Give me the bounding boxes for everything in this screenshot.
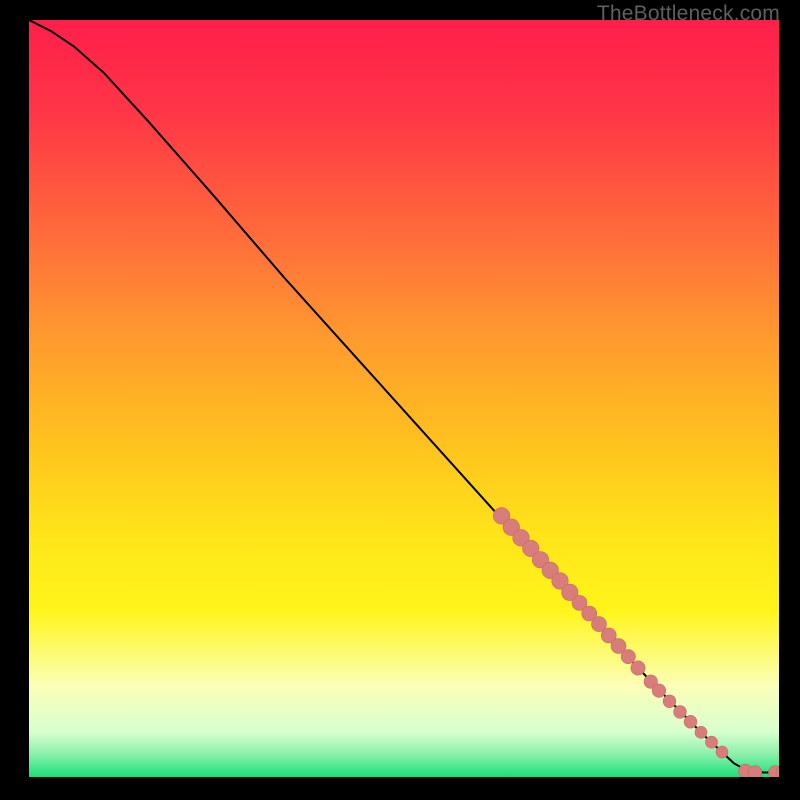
gradient-background <box>29 20 779 777</box>
data-marker <box>663 695 676 708</box>
data-marker <box>621 650 635 664</box>
plot-area <box>29 20 779 777</box>
data-marker <box>748 766 762 777</box>
data-marker <box>674 706 687 719</box>
data-marker <box>652 684 666 698</box>
chart-stage: TheBottleneck.com <box>0 0 800 800</box>
data-marker <box>706 736 718 748</box>
chart-svg <box>29 20 779 777</box>
data-marker <box>695 726 707 738</box>
data-marker <box>716 746 728 758</box>
data-marker <box>684 715 697 728</box>
data-marker <box>631 661 645 675</box>
